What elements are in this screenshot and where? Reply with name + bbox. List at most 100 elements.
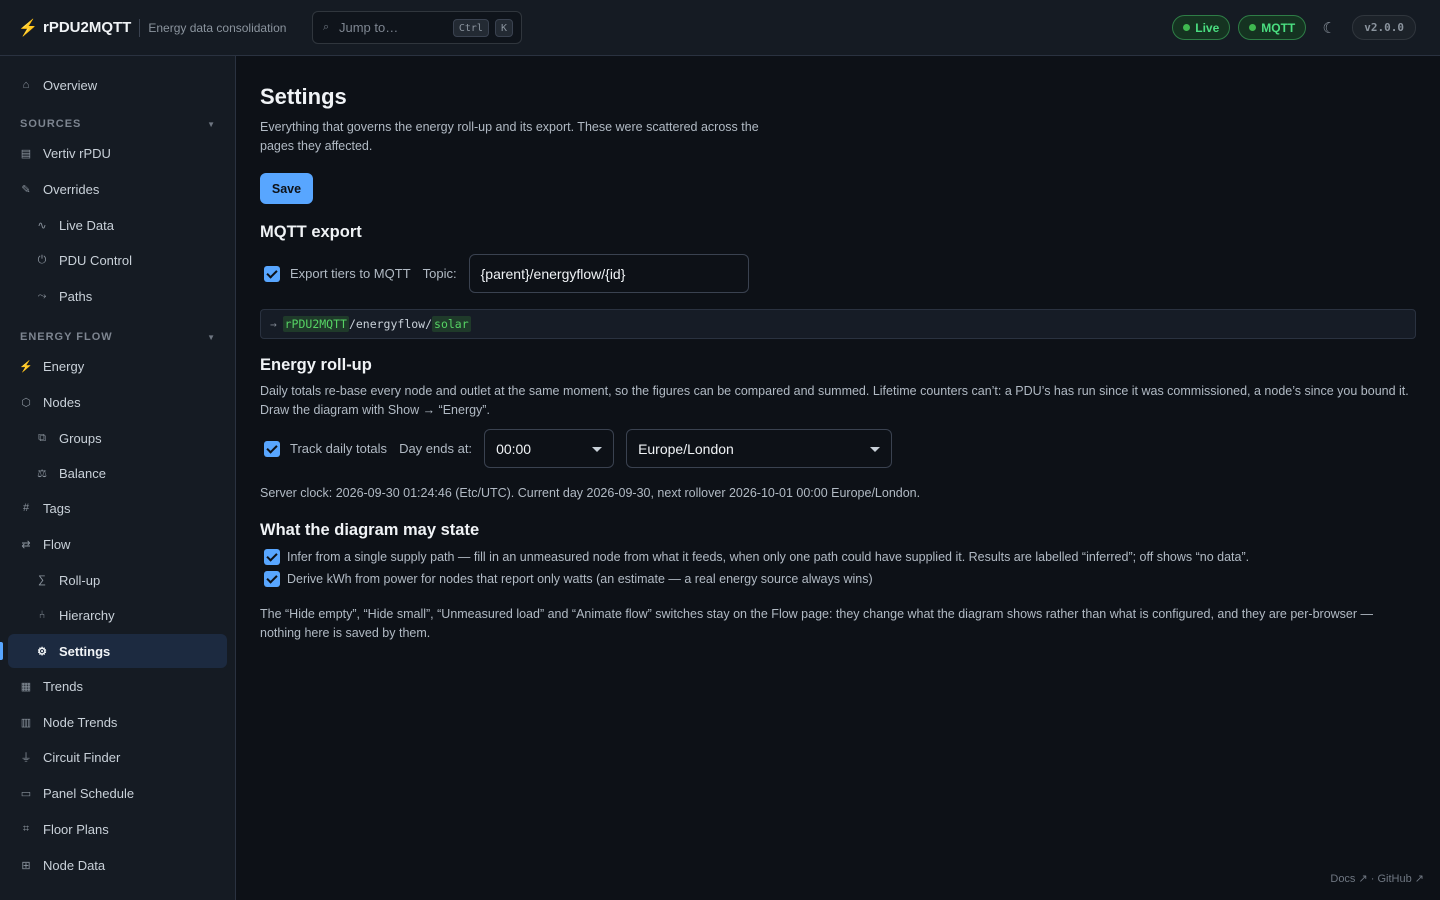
power-icon: ⏻ (37, 253, 47, 266)
sidebar-item-label: Settings (59, 643, 111, 659)
caret-down-icon (592, 447, 603, 452)
panel-icon: ▭ (20, 787, 32, 800)
wave-icon: ∿ (37, 219, 47, 232)
sidebar-item-live-data[interactable]: ∿ Live Data (8, 208, 227, 242)
footer-links[interactable]: Docs ↗ · GitHub ↗ (1330, 872, 1424, 885)
version-badge: v2.0.0 (1352, 15, 1416, 40)
section-label: ENERGY FLOW (20, 331, 113, 343)
sidebar-item-roll-up[interactable]: ∑ Roll-up (8, 563, 227, 597)
sidebar-item-label: Nodes (43, 394, 81, 410)
brand-tagline: Energy data consolidation (148, 20, 287, 35)
sidebar-item-label: Trends (43, 678, 83, 694)
page-description: Everything that governs the energy roll-… (260, 120, 759, 153)
tree-icon: ⑃ (38, 609, 46, 621)
kbd-ctrl: Ctrl (452, 18, 489, 37)
sidebar-item-label: Paths (59, 288, 93, 304)
sidebar-item-groups[interactable]: ⧉ Groups (8, 421, 227, 455)
section-label: SOURCES (20, 118, 82, 130)
bolt-icon: ⚡ (19, 360, 33, 373)
sidebar-item-overview[interactable]: ⌂ Overview (8, 68, 227, 102)
sidebar-item-paths[interactable]: ⤳ Paths (8, 279, 227, 313)
brand[interactable]: ⚡ rPDU2MQTT Energy data consolidation (18, 18, 286, 38)
scale-icon: ⚖ (37, 467, 47, 480)
sidebar-item-node-trends[interactable]: ▥ Node Trends (8, 705, 227, 739)
live-status-badge[interactable]: Live (1172, 15, 1231, 40)
chevron-down-icon: ▼ (207, 119, 216, 129)
timezone-select[interactable]: Europe/London (626, 429, 893, 468)
sidebar-item-overrides[interactable]: ✎ Overrides (8, 172, 227, 206)
caret-down-icon (870, 447, 881, 452)
gear-icon: ⚙ (37, 645, 47, 658)
mqtt-status-badge[interactable]: MQTT (1238, 15, 1307, 40)
sidebar-section-sources[interactable]: SOURCES ▼ (20, 118, 216, 130)
kbd-k: K (494, 18, 513, 37)
sidebar-item-floor-plans[interactable]: ⌗ Floor Plans (8, 812, 227, 846)
sidebar-item-pdu-control[interactable]: ⏻ PDU Control (8, 243, 227, 277)
chevron-down-icon: ▼ (207, 332, 216, 342)
day-end-select[interactable]: 00:00 (484, 429, 615, 468)
infer-option-row: Infer from a single supply path — fill i… (264, 549, 1249, 565)
sidebar-item-label: PDU Control (59, 252, 132, 268)
sidebar-item-label: Floor Plans (43, 821, 109, 837)
pencil-icon: ✎ (21, 183, 31, 196)
brand-divider (139, 18, 141, 37)
live-label: Live (1195, 20, 1220, 35)
save-button[interactable]: Save (260, 173, 313, 204)
chart-icon: ▦ (20, 680, 32, 693)
sidebar-item-tags[interactable]: # Tags (8, 491, 227, 525)
page-title: Settings (260, 84, 347, 109)
topic-input[interactable]: {parent}/energyflow/{id} (468, 254, 749, 293)
moon-icon[interactable]: ☾ (1322, 19, 1336, 37)
sidebar-item-node-data[interactable]: ⊞ Node Data (8, 848, 227, 882)
topic-preview: → rPDU2MQTT /energyflow/ solar (260, 309, 1416, 339)
derive-option-label: Derive kWh from power for nodes that rep… (287, 572, 873, 586)
sidebar-item-nodes[interactable]: ⬡ Nodes (8, 385, 227, 419)
day-ends-label: Day ends at: (399, 441, 473, 456)
export-tiers-label: Export tiers to MQTT (290, 266, 411, 281)
timezone-value: Europe/London (638, 440, 734, 457)
sidebar-item-label: Tags (43, 500, 71, 516)
track-daily-checkbox[interactable] (264, 440, 280, 457)
server-icon: ▤ (20, 147, 32, 160)
hash-icon: # (22, 502, 30, 514)
sidebar-item-label: Circuit Finder (43, 749, 121, 765)
node-chart-icon: ▥ (20, 716, 32, 729)
sidebar-item-label: Energy (43, 358, 85, 374)
path-icon: ⤳ (37, 289, 47, 302)
sidebar-item-hierarchy[interactable]: ⑃ Hierarchy (8, 598, 227, 632)
track-daily-label: Track daily totals (290, 441, 388, 456)
sidebar-item-label: Node Trends (43, 714, 118, 730)
infer-checkbox[interactable] (264, 549, 280, 565)
sidebar-item-balance[interactable]: ⚖ Balance (8, 456, 227, 490)
derive-option-row: Derive kWh from power for nodes that rep… (264, 571, 873, 587)
sidebar-item-settings[interactable]: ⚙ Settings (0, 634, 227, 668)
sidebar-item-vertiv-rpdu[interactable]: ▤ Vertiv rPDU (8, 136, 227, 170)
sigma-icon: ∑ (38, 574, 46, 586)
sidebar-item-energy[interactable]: ⚡ Energy (8, 349, 227, 383)
home-icon: ⌂ (22, 79, 30, 91)
energy-rollup-heading: Energy roll-up (260, 356, 372, 374)
server-clock-text: Server clock: 2026-09-30 01:24:46 (Etc/U… (260, 486, 921, 500)
sidebar-item-label: Overview (43, 77, 98, 93)
sidebar-item-label: Balance (59, 465, 106, 481)
sidebar-item-label: Overrides (43, 181, 100, 197)
sidebar-item-panel-schedule[interactable]: ▭ Panel Schedule (8, 776, 227, 810)
sidebar-item-circuit-finder[interactable]: ⏚ Circuit Finder (8, 740, 227, 774)
sidebar-item-label: Hierarchy (59, 607, 115, 623)
topic-preview-suffix: solar (432, 316, 471, 332)
infer-option-label: Infer from a single supply path — fill i… (287, 550, 1250, 564)
sidebar-item-flow[interactable]: ⇄ Flow (8, 527, 227, 561)
mqtt-export-heading: MQTT export (260, 223, 362, 241)
bolt-icon: ⚡ (18, 19, 38, 37)
grid-icon: ⊞ (21, 859, 31, 872)
sidebar-item-label: Panel Schedule (43, 785, 135, 801)
sidebar-section-energy-flow[interactable]: ENERGY FLOW ▼ (20, 331, 216, 343)
groups-icon: ⧉ (38, 431, 46, 444)
export-tiers-checkbox[interactable] (264, 265, 280, 282)
jump-to-search[interactable]: ⌕ Jump to… Ctrl K (312, 11, 522, 44)
derive-kwh-checkbox[interactable] (264, 571, 280, 587)
sidebar-item-trends[interactable]: ▦ Trends (8, 669, 227, 703)
sidebar-item-label: Roll-up (59, 572, 101, 588)
hexagon-icon: ⬡ (21, 396, 31, 409)
mqtt-export-row: Export tiers to MQTT Topic: {parent}/ene… (264, 254, 749, 293)
